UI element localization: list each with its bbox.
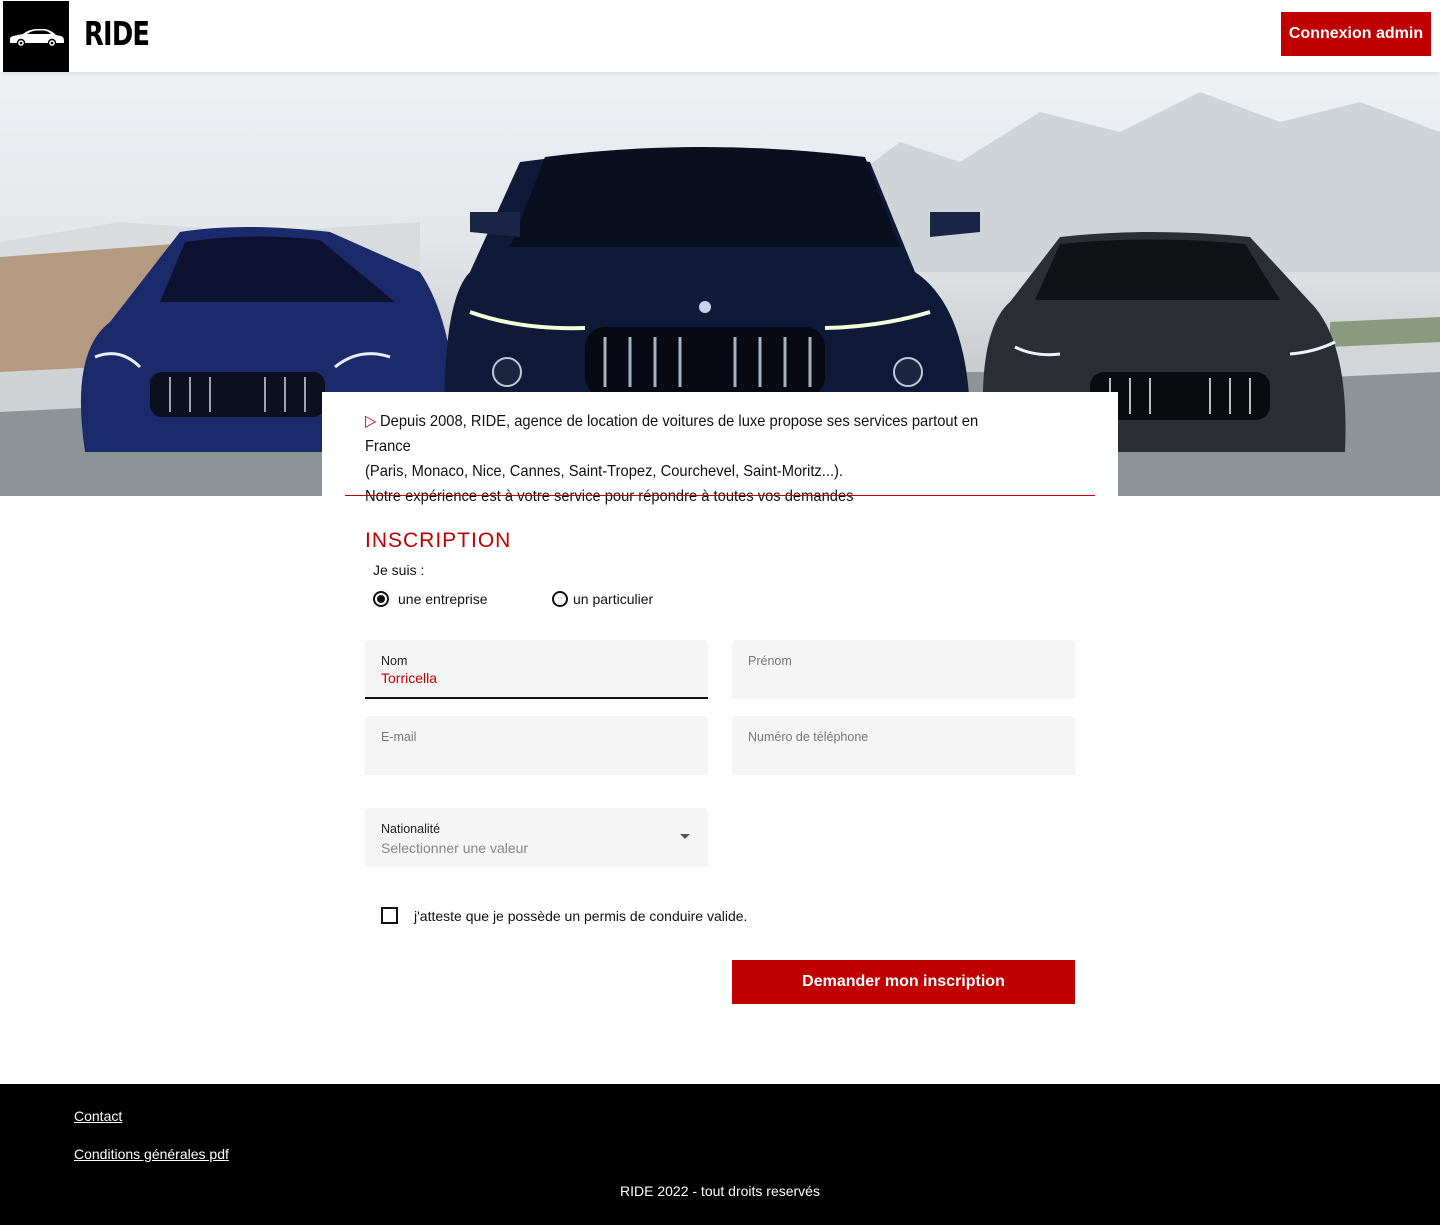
admin-login-button[interactable]: Connexion admin [1281, 12, 1431, 56]
nationalite-label: Nationalité [381, 822, 441, 836]
telephone-field[interactable]: Numéro de téléphone [732, 716, 1075, 775]
permis-checkbox[interactable] [381, 907, 398, 924]
footer-link-conditions[interactable]: Conditions générales pdf [74, 1146, 229, 1162]
logo[interactable] [3, 1, 69, 72]
car-icon [9, 28, 65, 47]
chevron-down-icon[interactable] [680, 834, 690, 839]
nom-value[interactable]: Torricella [381, 670, 437, 686]
radio-particulier-label: un particulier [573, 591, 654, 607]
telephone-label: Numéro de téléphone [748, 730, 869, 744]
permis-checkbox-row[interactable]: j'atteste que je possède un permis de co… [381, 907, 747, 924]
arrow-right-icon: ▷ [365, 413, 377, 430]
je-suis-label: Je suis : [373, 562, 425, 578]
copyright: RIDE 2022 - tout droits reservés [620, 1183, 820, 1199]
nationalite-placeholder: Selectionner une valeur [381, 840, 529, 856]
top-bar: RIDE Connexion admin [0, 0, 1440, 72]
radio-selected-icon[interactable] [373, 591, 389, 607]
prenom-label: Prénom [748, 654, 792, 668]
nationalite-select[interactable]: Nationalité Selectionner une valeur [365, 808, 708, 867]
email-label: E-mail [381, 730, 417, 744]
nom-field[interactable]: Nom Torricella [365, 640, 708, 699]
radio-entreprise-label: une entreprise [398, 591, 488, 607]
submit-inscription-button[interactable]: Demander mon inscription [732, 960, 1075, 1004]
divider [345, 495, 1095, 496]
intro-line-2: (Paris, Monaco, Nice, Cannes, Saint-Trop… [365, 463, 844, 480]
prenom-field[interactable]: Prénom [732, 640, 1075, 699]
nom-label: Nom [381, 654, 408, 668]
permis-checkbox-label: j'atteste que je possède un permis de co… [414, 907, 748, 924]
footer: Contact Conditions générales pdf RIDE 20… [0, 1084, 1440, 1225]
email-field[interactable]: E-mail [365, 716, 708, 775]
radio-unselected-icon[interactable] [552, 591, 568, 607]
radio-entreprise[interactable]: une entreprise [373, 591, 488, 607]
intro-text: ▷ Depuis 2008, RIDE, agence de location d… [365, 409, 1027, 509]
intro-line-3: Notre expérience est à votre service pou… [365, 488, 854, 505]
radio-particulier[interactable]: un particulier [552, 591, 653, 607]
intro-line-1: Depuis 2008, RIDE, agence de location de… [365, 413, 979, 455]
footer-link-contact[interactable]: Contact [74, 1108, 122, 1124]
intro-card: ▷ Depuis 2008, RIDE, agence de location d… [322, 392, 1118, 505]
brand-name: RIDE [84, 14, 150, 53]
form-title: INSCRIPTION [365, 529, 512, 552]
